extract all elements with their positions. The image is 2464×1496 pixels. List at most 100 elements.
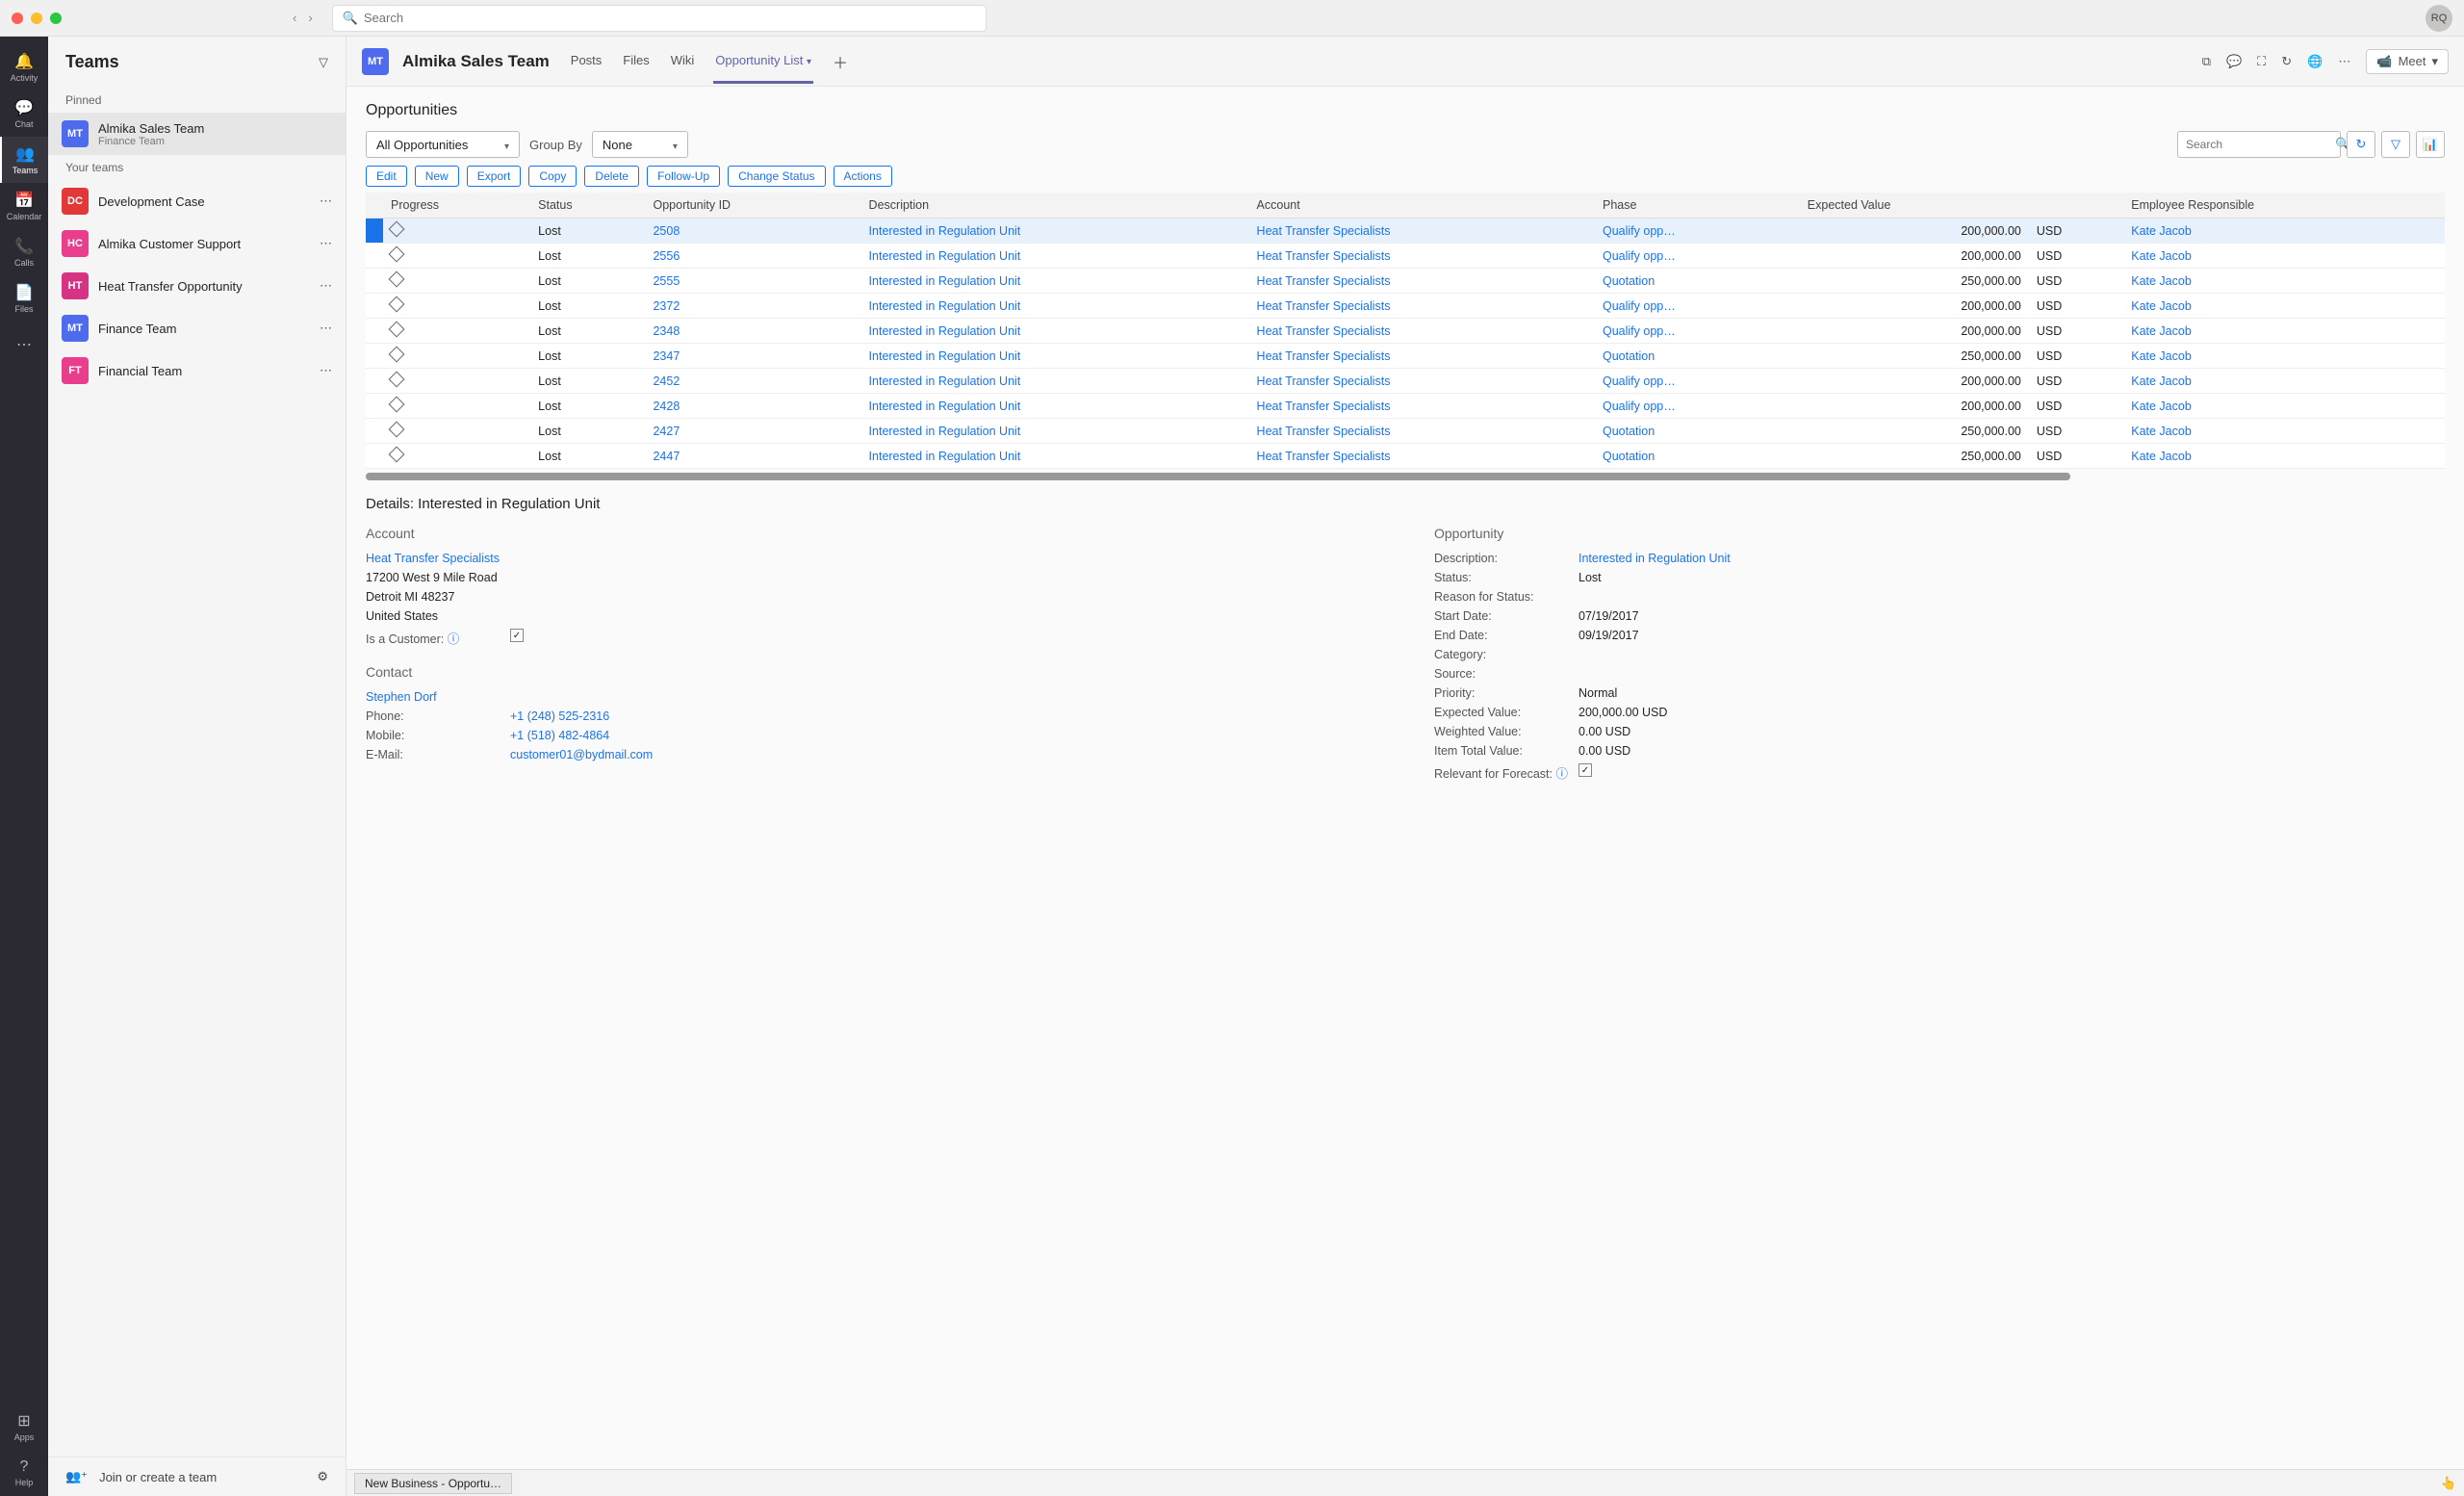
col-header[interactable]: Account — [1249, 193, 1595, 219]
table-row[interactable]: Lost 2447 Interested in Regulation Unit … — [366, 444, 2445, 469]
col-header[interactable]: Expected Value — [1800, 193, 2029, 219]
col-header[interactable]: Employee Responsible — [2123, 193, 2445, 219]
opportunity-id-link[interactable]: 2428 — [653, 400, 680, 413]
opportunity-id-link[interactable]: 2452 — [653, 374, 680, 388]
phase-link[interactable]: Qualify opp… — [1603, 224, 1676, 238]
account-link[interactable]: Heat Transfer Specialists — [1257, 425, 1391, 438]
expand-icon[interactable]: ⛶ — [2257, 54, 2266, 69]
phase-link[interactable]: Qualify opp… — [1603, 249, 1676, 263]
phase-link[interactable]: Qualify opp… — [1603, 400, 1676, 413]
col-header[interactable]: Description — [861, 193, 1249, 219]
phase-link[interactable]: Qualify opp… — [1603, 324, 1676, 338]
employee-link[interactable]: Kate Jacob — [2131, 425, 2192, 438]
maximize-window[interactable] — [50, 13, 62, 24]
opportunity-id-link[interactable]: 2372 — [653, 299, 680, 313]
employee-link[interactable]: Kate Jacob — [2131, 450, 2192, 463]
rail-files[interactable]: 📄Files — [0, 275, 48, 322]
filter-button[interactable]: ▽ — [2381, 131, 2410, 158]
opportunity-id-link[interactable]: 2447 — [653, 450, 680, 463]
opportunity-id-link[interactable]: 2508 — [653, 224, 680, 238]
description-link[interactable]: Interested in Regulation Unit — [869, 324, 1021, 338]
bottom-sheet-tab[interactable]: New Business - Opportu… — [354, 1473, 512, 1494]
global-search-input[interactable] — [364, 11, 976, 25]
nav-forward-icon[interactable]: › — [308, 11, 312, 25]
table-row[interactable]: Lost 2428 Interested in Regulation Unit … — [366, 394, 2445, 419]
help-icon[interactable]: ⓘ — [1555, 767, 1568, 781]
opportunity-id-link[interactable]: 2347 — [653, 349, 680, 363]
phase-link[interactable]: Quotation — [1603, 349, 1655, 363]
export-button[interactable]: Export — [467, 166, 522, 187]
description-link[interactable]: Interested in Regulation Unit — [869, 249, 1021, 263]
account-link[interactable]: Heat Transfer Specialists — [1257, 324, 1391, 338]
horizontal-scrollbar[interactable] — [366, 473, 2070, 480]
rail-apps[interactable]: ⊞Apps — [0, 1404, 48, 1450]
table-row[interactable]: Lost 2556 Interested in Regulation Unit … — [366, 244, 2445, 269]
employee-link[interactable]: Kate Jacob — [2131, 274, 2192, 288]
team-item[interactable]: DCDevelopment Case⋯ — [48, 180, 346, 222]
refresh-button[interactable]: ↻ — [2347, 131, 2375, 158]
settings-icon[interactable]: ⚙ — [317, 1469, 328, 1484]
filter-icon[interactable]: ▽ — [319, 55, 328, 70]
mobile-link[interactable]: +1 (518) 482-4864 — [510, 729, 609, 742]
account-link[interactable]: Heat Transfer Specialists — [1257, 374, 1391, 388]
team-item[interactable]: HTHeat Transfer Opportunity⋯ — [48, 265, 346, 307]
account-link[interactable]: Heat Transfer Specialists — [1257, 299, 1391, 313]
opportunity-id-link[interactable]: 2427 — [653, 425, 680, 438]
description-link[interactable]: Interested in Regulation Unit — [869, 425, 1021, 438]
tab-posts[interactable]: Posts — [569, 39, 604, 84]
rail-calendar[interactable]: 📅Calendar — [0, 183, 48, 229]
phase-link[interactable]: Quotation — [1603, 450, 1655, 463]
description-link[interactable]: Interested in Regulation Unit — [869, 224, 1021, 238]
follow-up-button[interactable]: Follow-Up — [647, 166, 720, 187]
change-status-button[interactable]: Change Status — [728, 166, 825, 187]
table-search[interactable]: 🔍 — [2177, 131, 2341, 158]
account-link[interactable]: Heat Transfer Specialists — [1257, 274, 1391, 288]
account-link[interactable]: Heat Transfer Specialists — [1257, 349, 1391, 363]
phase-link[interactable]: Qualify opp… — [1603, 374, 1676, 388]
more-icon[interactable]: ⋯ — [2338, 54, 2350, 69]
table-row[interactable]: Lost 2508 Interested in Regulation Unit … — [366, 219, 2445, 244]
col-header[interactable]: Progress — [383, 193, 530, 219]
chart-button[interactable]: 📊 — [2416, 131, 2445, 158]
team-item[interactable]: HCAlmika Customer Support⋯ — [48, 222, 346, 265]
table-row[interactable]: Lost 2348 Interested in Regulation Unit … — [366, 319, 2445, 344]
add-tab-icon[interactable]: ＋ — [833, 50, 848, 73]
table-row[interactable]: Lost 2555 Interested in Regulation Unit … — [366, 269, 2445, 294]
close-window[interactable] — [12, 13, 23, 24]
phase-link[interactable]: Quotation — [1603, 274, 1655, 288]
employee-link[interactable]: Kate Jacob — [2131, 324, 2192, 338]
rail-calls[interactable]: 📞Calls — [0, 229, 48, 275]
touch-mode-icon[interactable]: 👆 — [2441, 1476, 2456, 1491]
tab-files[interactable]: Files — [621, 39, 651, 84]
join-create-team[interactable]: Join or create a team — [99, 1470, 217, 1484]
help-icon[interactable]: ⓘ — [448, 632, 460, 646]
reload-icon[interactable]: ↻ — [2281, 54, 2292, 69]
phase-link[interactable]: Quotation — [1603, 425, 1655, 438]
edit-button[interactable]: Edit — [366, 166, 407, 187]
team-more-icon[interactable]: ⋯ — [320, 363, 332, 378]
employee-link[interactable]: Kate Jacob — [2131, 299, 2192, 313]
employee-link[interactable]: Kate Jacob — [2131, 349, 2192, 363]
contact-name-link[interactable]: Stephen Dorf — [366, 690, 437, 704]
employee-link[interactable]: Kate Jacob — [2131, 249, 2192, 263]
rail-teams[interactable]: 👥Teams — [0, 137, 48, 183]
email-link[interactable]: customer01@bydmail.com — [510, 748, 653, 761]
description-link[interactable]: Interested in Regulation Unit — [869, 374, 1021, 388]
col-header[interactable]: Phase — [1595, 193, 1800, 219]
description-link[interactable]: Interested in Regulation Unit — [869, 400, 1021, 413]
account-link[interactable]: Heat Transfer Specialists — [1257, 400, 1391, 413]
team-more-icon[interactable]: ⋯ — [320, 193, 332, 209]
meet-button[interactable]: 📹 Meet ▾ — [2366, 49, 2449, 74]
minimize-window[interactable] — [31, 13, 42, 24]
rail-chat[interactable]: 💬Chat — [0, 90, 48, 137]
opportunity-id-link[interactable]: 2348 — [653, 324, 680, 338]
tab-wiki[interactable]: Wiki — [669, 39, 697, 84]
description-link[interactable]: Interested in Regulation Unit — [869, 274, 1021, 288]
employee-link[interactable]: Kate Jacob — [2131, 400, 2192, 413]
description-link[interactable]: Interested in Regulation Unit — [869, 450, 1021, 463]
filter-dropdown[interactable]: All Opportunities — [366, 131, 520, 158]
groupby-dropdown[interactable]: None — [592, 131, 688, 158]
team-more-icon[interactable]: ⋯ — [320, 236, 332, 251]
new-button[interactable]: New — [415, 166, 459, 187]
tab-opportunity-list[interactable]: Opportunity List ▾ — [713, 39, 813, 84]
